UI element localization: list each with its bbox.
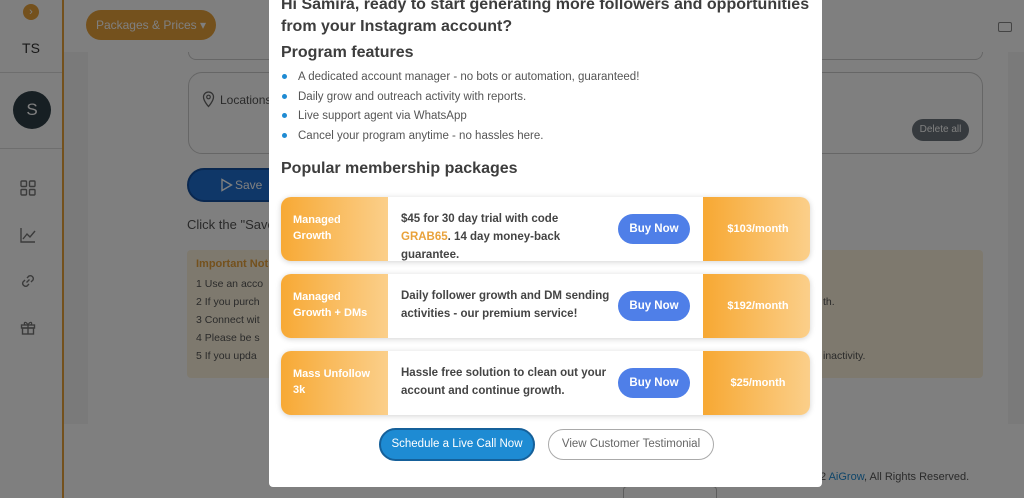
buy-now-button[interactable]: Buy Now xyxy=(618,368,690,398)
package-name: Managed Growth xyxy=(281,197,388,261)
features-list: A dedicated account manager - no bots or… xyxy=(281,70,639,148)
list-item: Daily grow and outreach activity with re… xyxy=(281,90,639,110)
package-card-managed-growth: Managed Growth $45 for 30 day trial with… xyxy=(281,197,810,261)
bullet-icon xyxy=(282,74,287,79)
package-name: Mass Unfollow 3k xyxy=(281,351,388,415)
package-card-growth-dms: Managed Growth + DMs Daily follower grow… xyxy=(281,274,810,338)
buy-now-button[interactable]: Buy Now xyxy=(618,291,690,321)
packages-title: Popular membership packages xyxy=(281,160,518,177)
modal-headline: Hi Samira, ready to start generating mor… xyxy=(281,0,810,35)
feature-text: Live support agent via WhatsApp xyxy=(298,110,467,122)
package-name: Managed Growth + DMs xyxy=(281,274,388,338)
buy-now-button[interactable]: Buy Now xyxy=(618,214,690,244)
package-description: Hassle free solution to clean out your a… xyxy=(401,364,611,400)
package-price: $103/month xyxy=(703,197,810,261)
package-desc-text: Hassle free solution to clean out your a… xyxy=(401,367,607,397)
feature-text: A dedicated account manager - no bots or… xyxy=(298,71,640,83)
package-desc-text: Daily follower growth and DM sending act… xyxy=(401,290,610,320)
feature-text: Cancel your program anytime - no hassles… xyxy=(298,129,544,142)
bullet-icon xyxy=(282,132,287,138)
list-item: Live support agent via WhatsApp xyxy=(281,109,639,129)
promo-code: GRAB65 xyxy=(401,231,448,243)
schedule-call-button[interactable]: Schedule a Live Call Now xyxy=(379,428,535,461)
view-testimonial-button[interactable]: View Customer Testimonial xyxy=(548,429,714,460)
package-price: $25/month xyxy=(703,351,810,415)
list-item: Cancel your program anytime - no hassles… xyxy=(281,129,639,149)
membership-modal: Hi Samira, ready to start generating mor… xyxy=(269,0,822,487)
features-title: Program features xyxy=(281,44,414,61)
bullet-icon xyxy=(282,93,287,99)
package-card-mass-unfollow: Mass Unfollow 3k Hassle free solution to… xyxy=(281,351,810,415)
bullet-icon xyxy=(282,113,287,118)
package-description: Daily follower growth and DM sending act… xyxy=(401,287,611,323)
package-price: $192/month xyxy=(703,274,810,338)
feature-text: Daily grow and outreach activity with re… xyxy=(298,90,527,103)
package-desc-text: $45 for 30 day trial with code xyxy=(401,213,559,225)
package-description: $45 for 30 day trial with code GRAB65. 1… xyxy=(401,210,611,264)
list-item: A dedicated account manager - no bots or… xyxy=(281,70,639,90)
